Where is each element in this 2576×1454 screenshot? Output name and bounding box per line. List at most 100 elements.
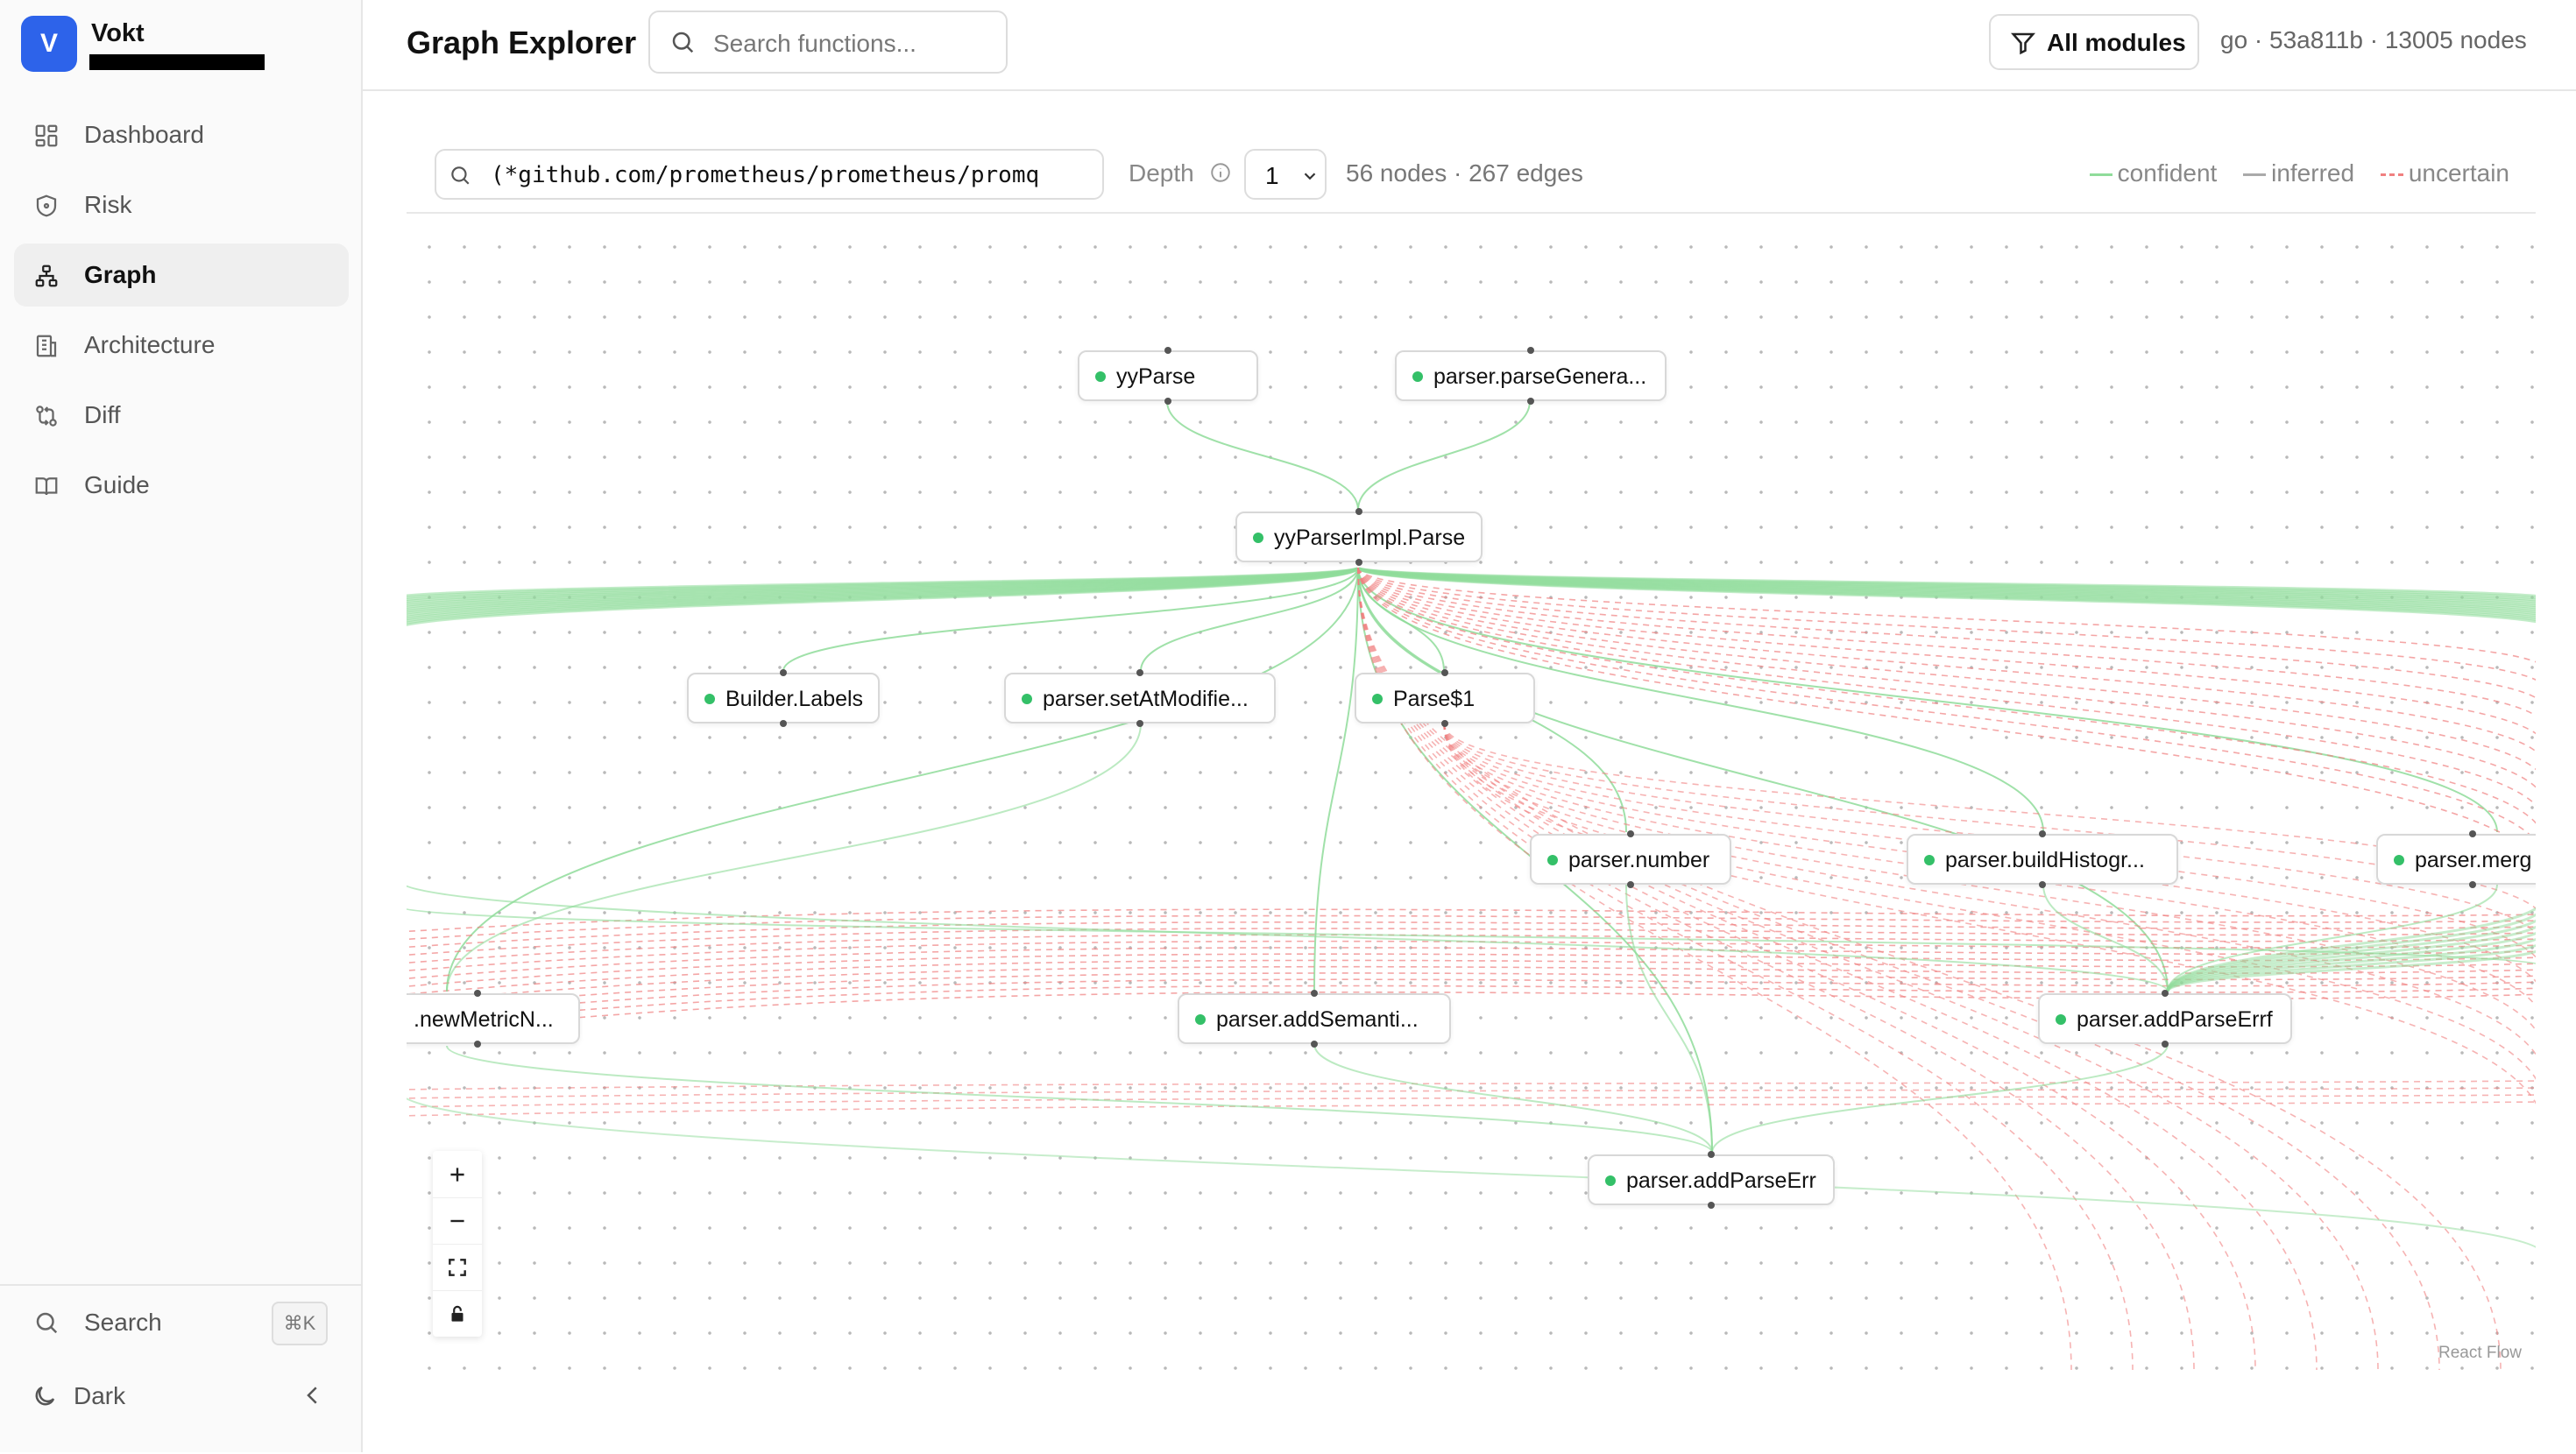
depth-select[interactable]: 1 <box>1244 149 1327 200</box>
sidebar-item-diff[interactable]: Diff <box>14 384 349 447</box>
function-search-input[interactable]: Search functions... <box>648 11 1008 74</box>
repo-meta: go · 53a811b · 13005 nodes <box>2220 26 2527 53</box>
brand-avatar: V <box>21 16 77 72</box>
graph-edge <box>1166 400 1359 511</box>
node-handle[interactable] <box>1441 720 1448 727</box>
theme-toggle[interactable]: Dark <box>14 1368 349 1424</box>
node-handle[interactable] <box>2039 881 2046 888</box>
node-handle[interactable] <box>1355 508 1362 515</box>
node-status-dot <box>1022 694 1032 704</box>
collapse-sidebar-icon[interactable] <box>300 1382 326 1408</box>
graph-node[interactable]: parser.number <box>1530 834 1731 885</box>
zoom-in-button[interactable] <box>433 1151 482 1198</box>
node-status-dot <box>1195 1014 1206 1025</box>
sidebar-search-label: Search <box>84 1309 162 1336</box>
graph-edge <box>407 1097 2536 1249</box>
sidebar-item-dashboard[interactable]: Dashboard <box>14 103 349 166</box>
graph-toolbar: (*github.com/prometheus/prometheus/promq… <box>407 138 2536 214</box>
node-handle[interactable] <box>1164 347 1171 354</box>
graph-edge <box>407 1101 2536 1117</box>
graph-edge <box>1711 1043 2169 1154</box>
node-handle[interactable] <box>1527 398 1534 405</box>
graph-counts: 56 nodes · 267 edges <box>1346 159 1583 187</box>
node-handle[interactable] <box>1355 559 1362 566</box>
filter-icon <box>2010 30 2036 56</box>
node-status-dot <box>704 694 715 704</box>
root-function-value: (*github.com/prometheus/prometheus/promq <box>491 162 1040 188</box>
node-handle[interactable] <box>474 1041 481 1048</box>
sidebar-item-guide[interactable]: Guide <box>14 454 349 517</box>
edge-legend: confident inferred uncertain <box>2070 159 2509 187</box>
graph-canvas[interactable]: yyParse parser.parseGenera... yyParserIm… <box>407 214 2536 1375</box>
info-icon[interactable] <box>1209 161 1232 184</box>
fit-view-icon <box>449 1258 466 1276</box>
graph-node[interactable]: parser.parseGenera... <box>1395 350 1667 401</box>
graph-node[interactable]: parser.addSemanti... <box>1178 993 1451 1044</box>
sidebar-item-label: Graph <box>84 261 157 288</box>
node-handle[interactable] <box>1136 720 1143 727</box>
graph-edge <box>1443 723 2536 910</box>
graph-node[interactable]: Builder.Labels <box>687 673 880 723</box>
graph-node[interactable]: parser.buildHistogr... <box>1907 834 2178 885</box>
node-handle[interactable] <box>2162 990 2169 997</box>
graph-node[interactable]: yyParse <box>1078 350 1258 401</box>
sidebar-footer: Search ⌘K Dark <box>0 1284 361 1454</box>
node-label: parser.buildHistogr... <box>1945 848 2145 872</box>
node-handle[interactable] <box>1708 1202 1715 1209</box>
node-label: parser.merg <box>2415 848 2532 872</box>
react-flow-attribution[interactable]: React Flow <box>2438 1344 2522 1363</box>
node-handle[interactable] <box>1527 347 1534 354</box>
node-label: parser.parseGenera... <box>1433 364 1647 389</box>
fit-view-button[interactable] <box>433 1244 482 1291</box>
book-icon <box>33 473 60 499</box>
node-handle[interactable] <box>1311 990 1318 997</box>
node-handle[interactable] <box>474 990 481 997</box>
graph-node[interactable]: parser.merg <box>2376 834 2536 885</box>
graph-node[interactable]: .newMetricN... <box>407 993 580 1044</box>
sidebar-item-label: Architecture <box>84 331 216 358</box>
node-handle[interactable] <box>2162 1041 2169 1048</box>
module-filter-label: All modules <box>2047 29 2186 56</box>
sidebar-nav: Dashboard Risk Graph Architecture Diff G… <box>14 103 349 524</box>
node-status-dot <box>1095 371 1106 382</box>
node-handle[interactable] <box>780 720 787 727</box>
node-handle[interactable] <box>1164 398 1171 405</box>
node-handle[interactable] <box>2469 881 2476 888</box>
sidebar-search-button[interactable]: Search ⌘K <box>14 1295 349 1351</box>
node-status-dot <box>1547 855 1558 865</box>
graph-node[interactable]: parser.setAtModifie... <box>1004 673 1276 723</box>
shield-icon <box>33 193 60 219</box>
module-filter-button[interactable]: All modules <box>1989 14 2199 70</box>
chevron-down-icon <box>1300 166 1320 186</box>
node-handle[interactable] <box>1441 669 1448 676</box>
node-handle[interactable] <box>1311 1041 1318 1048</box>
node-status-dot <box>1605 1175 1616 1186</box>
zoom-controls <box>433 1151 482 1337</box>
sidebar-item-architecture[interactable]: Architecture <box>14 314 349 377</box>
node-handle[interactable] <box>1136 669 1143 676</box>
brand[interactable]: V Vokt prometheus <box>21 16 354 72</box>
graph-icon <box>33 263 60 289</box>
zoom-out-button[interactable] <box>433 1197 482 1245</box>
node-handle[interactable] <box>1627 881 1634 888</box>
graph-node[interactable]: parser.addParseErr <box>1588 1154 1835 1205</box>
root-function-input[interactable]: (*github.com/prometheus/prometheus/promq <box>435 149 1104 200</box>
sidebar-item-graph[interactable]: Graph <box>14 244 349 307</box>
node-handle[interactable] <box>2469 830 2476 837</box>
node-handle[interactable] <box>780 669 787 676</box>
node-handle[interactable] <box>2039 830 2046 837</box>
node-label: Builder.Labels <box>725 687 864 711</box>
moon-icon <box>32 1383 58 1409</box>
graph-node[interactable]: Parse$1 <box>1355 673 1535 723</box>
sidebar-item-label: Guide <box>84 471 150 498</box>
sidebar-item-risk[interactable]: Risk <box>14 173 349 236</box>
node-label: .newMetricN... <box>414 1007 554 1032</box>
lock-button[interactable] <box>433 1290 482 1337</box>
graph-node[interactable]: yyParserImpl.Parse <box>1235 512 1483 562</box>
node-status-dot <box>1372 694 1383 704</box>
graph-node[interactable]: parser.addParseErrf <box>2038 993 2292 1044</box>
node-handle[interactable] <box>1708 1151 1715 1158</box>
sidebar-item-label: Diff <box>84 401 121 428</box>
search-icon <box>449 164 471 187</box>
node-handle[interactable] <box>1627 830 1634 837</box>
